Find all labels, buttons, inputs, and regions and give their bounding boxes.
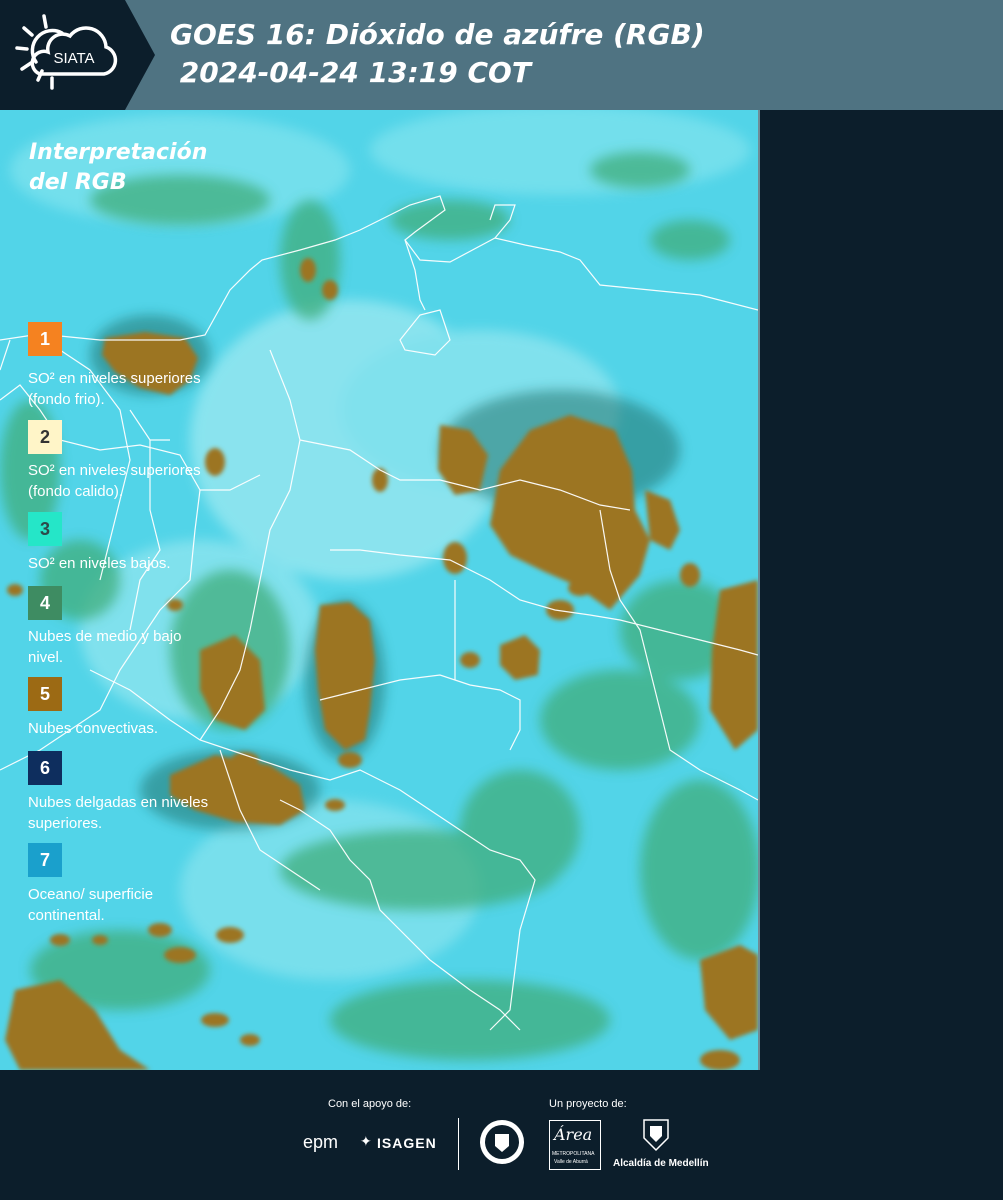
legend-item-4: Nubes de medio y bajo nivel. bbox=[28, 628, 182, 666]
legend-number: 1 bbox=[39, 328, 50, 349]
map-image bbox=[0, 110, 758, 1070]
footer: Con el apoyo de: Un proyecto de: epm ✦ I… bbox=[0, 1070, 1003, 1200]
page-title: GOES 16: Dióxido de azúfre (RGB) 2024-04… bbox=[170, 18, 705, 89]
footer-divider bbox=[458, 1118, 459, 1170]
legend-number: 2 bbox=[39, 426, 50, 447]
legend-number: 5 bbox=[39, 683, 50, 704]
legend-item-3: SO² en niveles bajos. bbox=[28, 555, 171, 572]
area-logo-sub2: Valle de Aburrá bbox=[554, 1159, 588, 1165]
area-metropolitana-logo: Área METROPOLITANA Valle de Aburrá bbox=[549, 1120, 601, 1170]
area-logo-title: Área bbox=[554, 1125, 593, 1144]
legend-number: 4 bbox=[39, 592, 50, 613]
legend-number: 3 bbox=[39, 518, 50, 539]
medellin-seal-icon bbox=[480, 1120, 524, 1164]
legend-item-5: Nubes convectivas. bbox=[28, 720, 159, 737]
header-bar: SIATA GOES 16: Dióxido de azúfre (RGB) 2… bbox=[0, 0, 1003, 110]
legend-title: Interpretación del RGB bbox=[29, 140, 208, 195]
legend-swatch-5: 5 bbox=[28, 677, 62, 711]
alcaldia-logo: Alcaldía de Medellín bbox=[613, 1158, 709, 1169]
legend-item-7: Oceano/ superficie continental. bbox=[28, 886, 154, 924]
epm-logo: epm bbox=[303, 1132, 339, 1152]
alcaldia-shield-icon bbox=[643, 1119, 669, 1152]
area-logo-sub: METROPOLITANA bbox=[552, 1151, 595, 1157]
project-label: Un proyecto de: bbox=[549, 1098, 627, 1110]
legend-item-2: SO² en niveles superiores (fondo calido)… bbox=[28, 462, 201, 500]
sun-cloud-icon: SIATA bbox=[15, 14, 118, 90]
legend-swatch-1: 1 bbox=[28, 322, 62, 356]
isagen-logo: ISAGEN bbox=[377, 1135, 437, 1151]
legend-swatch-6: 6 bbox=[28, 751, 62, 785]
legend-item-6: Nubes delgadas en niveles superiores. bbox=[28, 794, 209, 832]
logo-text: SIATA bbox=[53, 50, 94, 67]
satellite-map[interactable] bbox=[0, 110, 760, 1070]
isagen-mark-icon: ✦ bbox=[360, 1133, 372, 1149]
legend-swatch-7: 7 bbox=[28, 843, 62, 877]
legend-number: 7 bbox=[39, 849, 50, 870]
legend-number: 6 bbox=[39, 757, 50, 778]
legend-swatch-4: 4 bbox=[28, 586, 62, 620]
legend-swatch-3: 3 bbox=[28, 512, 62, 546]
legend-item-1: SO² en niveles superiores (fondo frio). bbox=[28, 370, 201, 408]
legend-swatch-2: 2 bbox=[28, 420, 62, 454]
siata-logo: SIATA bbox=[0, 0, 155, 110]
support-label: Con el apoyo de: bbox=[328, 1098, 412, 1110]
legend-panel bbox=[760, 110, 1003, 1070]
